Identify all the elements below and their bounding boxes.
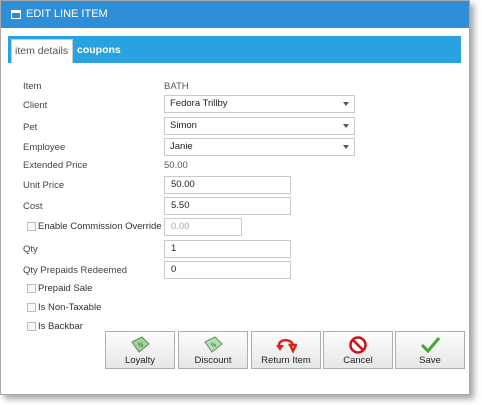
return-item-button-label: Return Item bbox=[261, 355, 311, 366]
commission-override-label: Enable Commission Override bbox=[38, 221, 162, 232]
save-button[interactable]: Save bbox=[395, 331, 465, 369]
save-button-label: Save bbox=[419, 355, 441, 366]
backbar-label: Is Backbar bbox=[38, 321, 83, 332]
svg-text:%: % bbox=[211, 343, 217, 349]
svg-text:%: % bbox=[138, 343, 144, 349]
chevron-down-icon bbox=[343, 145, 349, 149]
edit-line-item-dialog: EDIT LINE ITEM item details coupons Item… bbox=[0, 0, 470, 395]
non-taxable-label: Is Non-Taxable bbox=[38, 302, 102, 313]
qty-prepaids-input[interactable]: 0 bbox=[164, 261, 291, 279]
item-label: Item bbox=[23, 81, 42, 92]
extended-price-label: Extended Price bbox=[23, 160, 88, 171]
loyalty-button-label: Loyalty bbox=[124, 355, 156, 366]
unit-price-label: Unit Price bbox=[23, 180, 65, 191]
employee-label: Employee bbox=[23, 142, 66, 153]
commission-override-checkbox[interactable] bbox=[27, 222, 36, 231]
qty-label: Qty bbox=[23, 244, 38, 255]
item-value: BATH bbox=[164, 81, 189, 92]
prepaid-sale-label: Prepaid Sale bbox=[38, 283, 93, 294]
employee-select[interactable]: Janie bbox=[164, 138, 355, 156]
non-taxable-checkbox[interactable] bbox=[27, 303, 36, 312]
return-arrow-icon bbox=[276, 338, 297, 354]
commission-override-input: 0.00 bbox=[164, 218, 242, 236]
discount-button-label: Discount bbox=[194, 355, 232, 366]
qty-input[interactable]: 1 bbox=[164, 240, 291, 258]
prepaid-sale-checkbox[interactable] bbox=[27, 284, 36, 293]
unit-price-input[interactable]: 50.00 bbox=[164, 176, 291, 194]
pet-label: Pet bbox=[23, 122, 38, 133]
tab-coupons[interactable]: coupons bbox=[77, 39, 121, 63]
coupon-tag-icon: % bbox=[204, 336, 223, 353]
qty-prepaids-label: Qty Prepaids Redeemed bbox=[23, 265, 128, 276]
chevron-down-icon bbox=[343, 124, 349, 128]
title-bar: EDIT LINE ITEM bbox=[1, 1, 469, 28]
coupon-tag-icon: % bbox=[131, 336, 150, 353]
cancel-icon bbox=[349, 336, 367, 354]
employee-select-value: Janie bbox=[170, 141, 193, 152]
checkmark-icon bbox=[420, 337, 441, 354]
window-title: EDIT LINE ITEM bbox=[26, 8, 108, 20]
window-icon bbox=[11, 10, 21, 19]
discount-button[interactable]: % Discount bbox=[178, 331, 248, 369]
pet-select[interactable]: Simon bbox=[164, 117, 355, 135]
cost-input[interactable]: 5.50 bbox=[164, 197, 291, 215]
pet-select-value: Simon bbox=[170, 120, 197, 131]
cancel-button[interactable]: Cancel bbox=[323, 331, 393, 369]
client-select-value: Fedora Trillby bbox=[170, 98, 228, 109]
tab-bar: item details coupons bbox=[8, 36, 461, 63]
cost-label: Cost bbox=[23, 201, 43, 212]
cancel-button-label: Cancel bbox=[343, 355, 373, 366]
tab-item-details[interactable]: item details bbox=[11, 39, 73, 63]
client-label: Client bbox=[23, 100, 48, 111]
client-select[interactable]: Fedora Trillby bbox=[164, 95, 355, 113]
extended-price-value: 50.00 bbox=[164, 160, 188, 171]
loyalty-button[interactable]: % Loyalty bbox=[105, 331, 175, 369]
chevron-down-icon bbox=[343, 102, 349, 106]
return-item-button[interactable]: Return Item bbox=[251, 331, 321, 369]
backbar-checkbox[interactable] bbox=[27, 322, 36, 331]
